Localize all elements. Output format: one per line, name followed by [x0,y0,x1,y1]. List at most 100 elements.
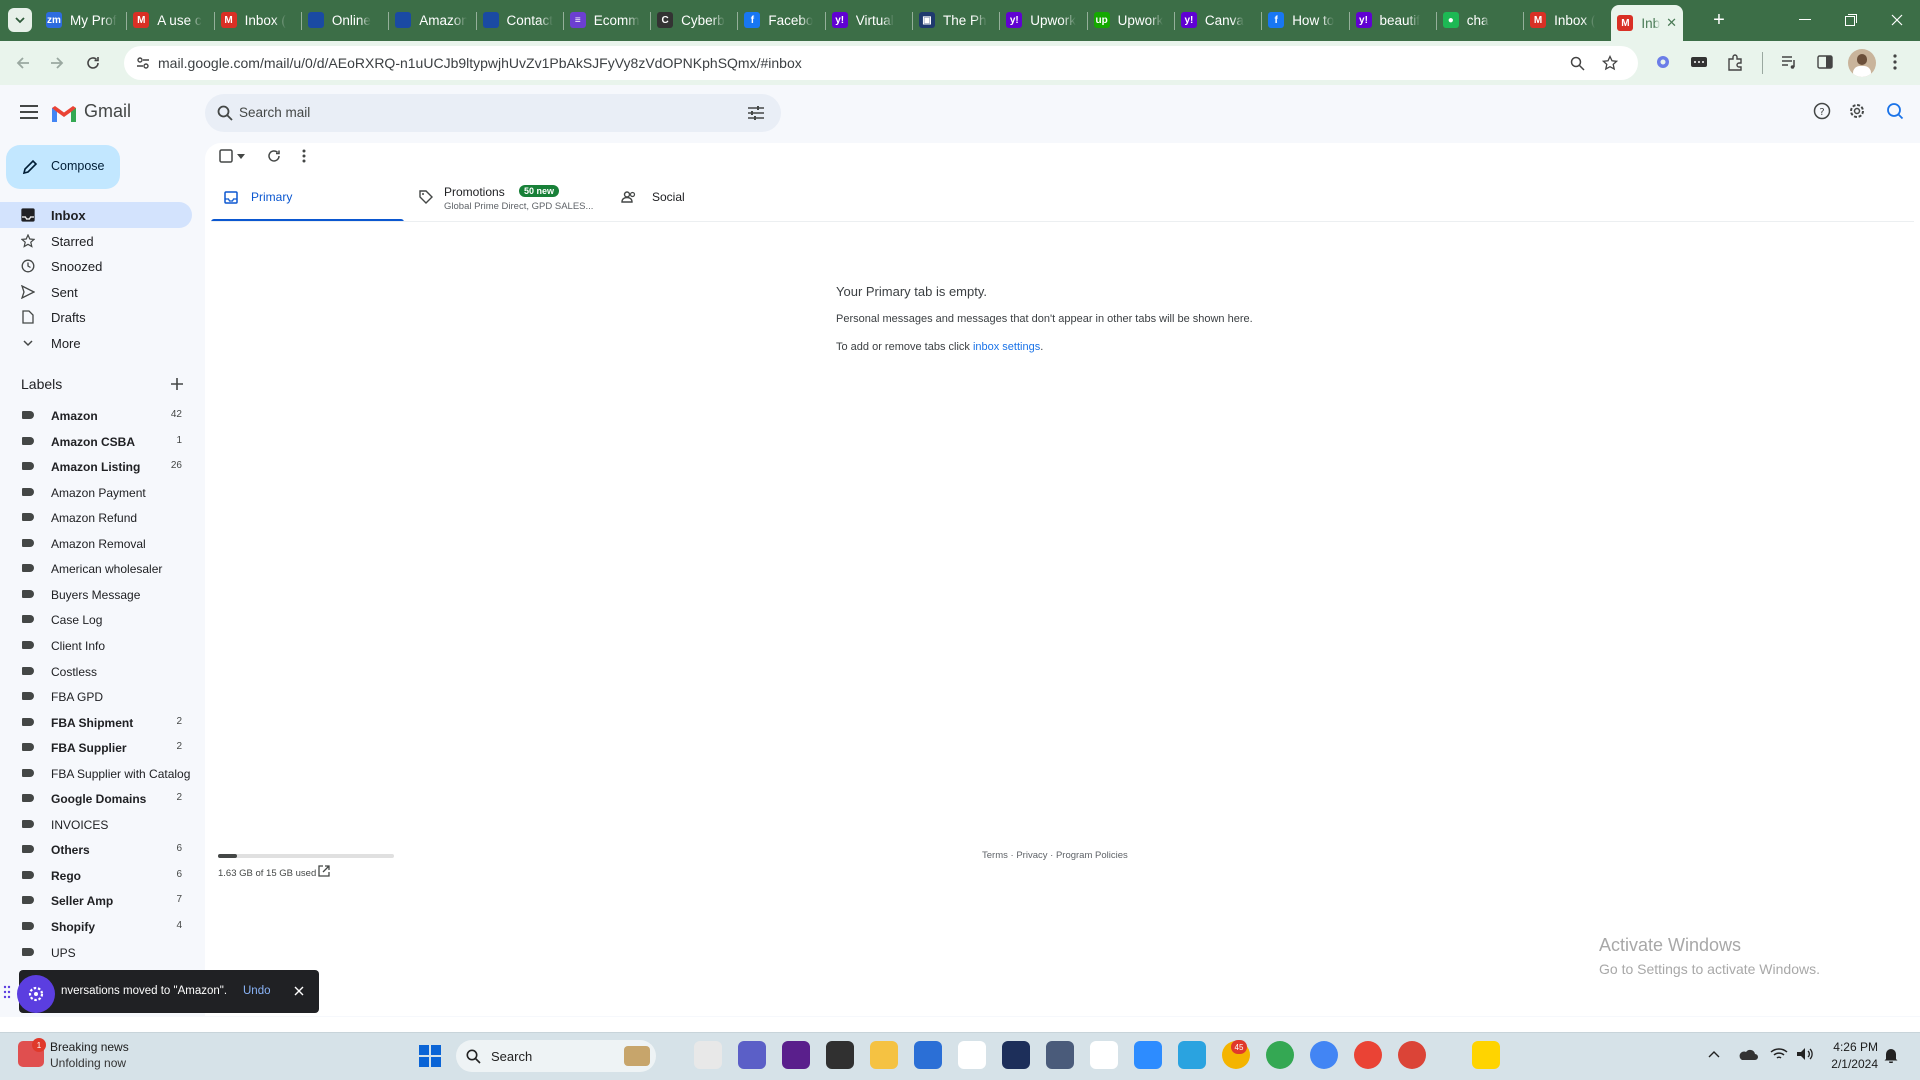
clock-time[interactable]: 4:26 PM [1830,1040,1878,1054]
browser-tab[interactable]: ▣ The Ph [913,6,991,34]
label-item[interactable]: FBA GPD [0,686,192,708]
open-storage-icon[interactable] [318,865,330,877]
label-item[interactable]: Amazon 42 [0,405,192,427]
privacy-link[interactable]: Privacy [1016,850,1047,861]
chrome-profile-3-icon[interactable] [1354,1041,1382,1069]
browser-tab[interactable]: Contact [477,6,555,34]
label-item[interactable]: Buyers Message [0,584,192,606]
stocks-chart-icon[interactable] [1002,1041,1030,1069]
browser-tab[interactable]: ● cha [1437,6,1515,34]
address-bar[interactable]: mail.google.com/mail/u/0/d/AEoRXRQ-n1uUC… [124,46,1638,80]
label-item[interactable]: Amazon CSBA 1 [0,431,192,453]
terms-link[interactable]: Terms [982,850,1008,861]
label-item[interactable]: Client Info [0,635,192,657]
browser-tab[interactable]: y! Upwork [1000,6,1078,34]
nzxt-icon[interactable] [782,1041,810,1069]
show-hidden-icons-icon[interactable] [1708,1050,1720,1058]
zoom-icon[interactable] [1570,56,1585,71]
taskbar-search[interactable]: Search [456,1040,656,1072]
calendar-icon[interactable] [914,1041,942,1069]
gemini-search-icon[interactable] [1886,102,1906,120]
browser-tab[interactable]: y! Virtual [826,6,904,34]
label-item[interactable]: FBA Supplier 2 [0,737,192,759]
new-tab-button[interactable]: + [1706,8,1732,34]
notifications-bell-icon[interactable] [1884,1048,1898,1063]
label-item[interactable]: INVOICES [0,814,192,836]
wifi-icon[interactable] [1770,1047,1788,1061]
chrome-profile-4-icon[interactable] [1398,1041,1426,1069]
label-item[interactable]: Amazon Removal [0,533,192,555]
nav-item-starred[interactable]: Starred [0,228,192,254]
nav-item-snoozed[interactable]: Snoozed [0,253,192,279]
label-item[interactable]: FBA Supplier with Catalog [0,763,192,785]
browser-tab[interactable]: Online [302,6,380,34]
drag-handle-icon[interactable] [3,985,11,999]
teams-icon[interactable] [738,1041,766,1069]
tab-social[interactable]: Social [612,175,805,222]
select-dropdown-icon[interactable] [237,154,245,159]
label-item[interactable]: Shopify 4 [0,916,192,938]
settings-gear-icon[interactable] [1848,102,1866,120]
profile-avatar[interactable] [1848,49,1876,77]
password-icon[interactable] [1690,53,1708,71]
undo-button[interactable]: Undo [243,985,271,997]
windows-start-icon[interactable] [418,1044,442,1068]
tab-primary[interactable]: Primary [211,175,404,222]
sticky-notes-icon[interactable] [1472,1041,1500,1069]
media-controls-icon[interactable] [1780,53,1798,71]
label-item[interactable]: Costless [0,661,192,683]
floating-assistant-button[interactable] [17,975,55,1013]
label-item[interactable]: Others 6 [0,839,192,861]
label-item[interactable]: UPS [0,942,192,964]
onedrive-icon[interactable] [1738,1048,1758,1061]
back-icon[interactable] [14,54,32,72]
browser-tab[interactable]: f How to [1262,6,1340,34]
main-menu-icon[interactable] [20,105,38,119]
label-item[interactable]: FBA Shipment 2 [0,712,192,734]
label-item[interactable]: Amazon Listing 26 [0,456,192,478]
menu-kebab-icon[interactable] [1892,53,1898,71]
browser-tab[interactable]: M Inb ✕ [1611,5,1684,41]
browser-tab[interactable]: up Upwork [1088,6,1166,34]
select-checkbox-icon[interactable] [219,149,233,163]
close-icon[interactable] [294,986,304,996]
label-item[interactable]: Rego 6 [0,865,192,887]
tab-promotions[interactable]: Promotions 50 new Global Prime Direct, G… [410,175,606,222]
finance-chart-icon[interactable] [958,1041,986,1069]
chrome-profile-2-icon[interactable] [1310,1041,1338,1069]
chrome-profile-icon[interactable] [1266,1041,1294,1069]
tab-search-button[interactable] [8,8,32,32]
extensions-puzzle-icon[interactable] [1726,53,1744,71]
browser-tab[interactable]: C Cyberb [651,6,729,34]
label-item[interactable]: Google Domains 2 [0,788,192,810]
site-info-icon[interactable] [136,56,150,70]
calculator-icon[interactable] [1046,1041,1074,1069]
browser-tab[interactable]: y! Canva [1175,6,1253,34]
forward-icon[interactable] [48,54,66,72]
nav-item-inbox[interactable]: Inbox [0,202,192,228]
volume-icon[interactable] [1796,1047,1814,1061]
bookmark-star-icon[interactable] [1602,55,1618,71]
slack-icon[interactable] [1090,1041,1118,1069]
label-item[interactable]: Amazon Refund [0,507,192,529]
label-item[interactable]: Case Log [0,609,192,631]
obs-icon[interactable] [826,1041,854,1069]
zoom-icon[interactable] [1134,1041,1162,1069]
close-window-button[interactable] [1874,0,1920,40]
inbox-settings-link[interactable]: inbox settings [973,341,1040,353]
side-panel-icon[interactable] [1816,53,1834,71]
search-bar[interactable]: Search mail [205,94,781,132]
program-policies-link[interactable]: Program Policies [1056,850,1128,861]
browser-tab[interactable]: M A use c [127,6,205,34]
search-options-icon[interactable] [748,106,764,120]
browser-tab[interactable]: M Inbox ( [215,6,293,34]
folder-icon[interactable] [870,1041,898,1069]
compose-button[interactable]: Compose [6,145,120,189]
news-title[interactable]: Breaking news [50,1040,129,1054]
nav-item-drafts[interactable]: Drafts [0,304,192,330]
browser-tab[interactable]: f Facebo [738,6,816,34]
gmail-logo-icon[interactable] [51,104,77,124]
refresh-icon[interactable] [267,149,281,163]
browser-tab[interactable]: y! beautif [1350,6,1428,34]
browser-tab[interactable]: Amazon [389,6,467,34]
